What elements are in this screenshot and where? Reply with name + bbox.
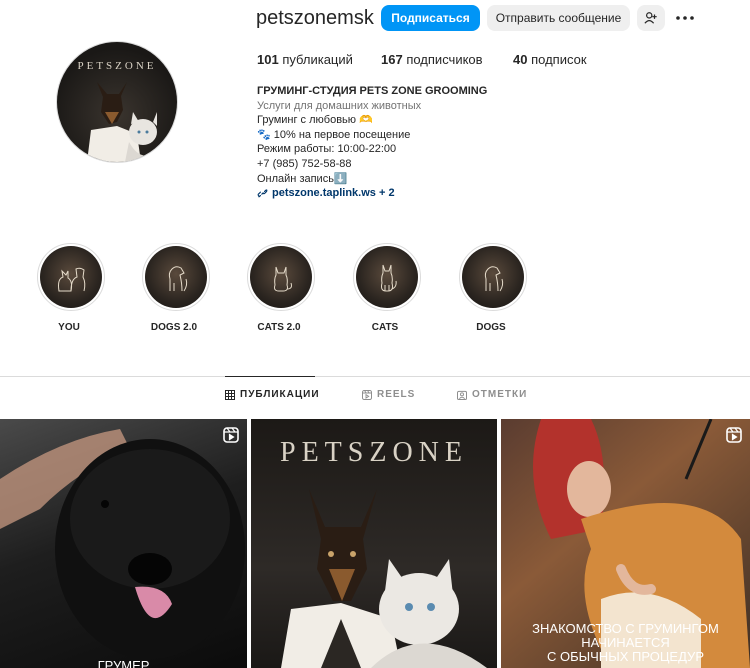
grid-icon <box>225 389 235 400</box>
post-overlay-text: ГРУМЕР <box>97 658 150 668</box>
posts-count: 101 <box>257 52 279 67</box>
highlight-cats[interactable]: CATS <box>353 243 421 333</box>
tab-label: REELS <box>377 389 416 400</box>
dog-icon <box>484 266 504 292</box>
profile-username: petszonemsk <box>256 7 374 29</box>
tab-posts[interactable]: ПУБЛИКАЦИИ <box>225 389 320 400</box>
overlay-line: С ОБЫЧНЫХ ПРОЦЕДУР <box>546 649 704 664</box>
follow-button[interactable]: Подписаться <box>381 5 480 31</box>
post-tile[interactable]: ЗНАКОМСТВО С ГРУМИНГОМ НАЧИНАЕТСЯ С ОБЫЧ… <box>501 419 750 668</box>
followers-stat[interactable]: 167 подписчиков <box>381 52 483 67</box>
bio-line: +7 (985) 752-58-88 <box>257 157 352 170</box>
suggest-users-button[interactable] <box>637 5 665 31</box>
bio-line: Онлайн запись⬇️ <box>257 172 348 185</box>
profile-category: Услуги для домашних животных <box>257 99 422 112</box>
profile-bio: ГРУМИНГ-СТУДИЯ PETS ZONE GROOMING Услуги… <box>257 84 677 201</box>
reels-icon <box>726 427 742 443</box>
following-count: 40 <box>513 52 528 67</box>
highlight-dogs[interactable]: DOGS <box>459 243 527 333</box>
tab-reels[interactable]: REELS <box>362 389 415 400</box>
highlight-cats-2[interactable]: CATS 2.0 <box>247 243 315 333</box>
post-tile[interactable]: ГРУМЕР <box>0 419 247 668</box>
cat-and-dog-icon <box>58 267 86 292</box>
bio-line: Режим работы: 10:00-22:00 <box>257 143 397 156</box>
more-options-button[interactable] <box>672 5 698 31</box>
overlay-line: НАЧИНАЕТСЯ <box>581 635 670 650</box>
posts-stat: 101 публикаций <box>257 52 353 67</box>
highlight-dogs-2[interactable]: DOGS 2.0 <box>142 243 210 333</box>
followers-label: подписчиков <box>406 52 483 67</box>
post-image <box>0 429 245 659</box>
bio-line: 🐾 10% на первое посещение <box>257 128 411 141</box>
followers-count: 167 <box>381 52 403 67</box>
active-tab-indicator <box>225 376 315 377</box>
avatar-logo-text: PETSZONE <box>78 60 157 72</box>
post-image: PETSZONE <box>280 437 487 668</box>
highlight-you[interactable]: YOU <box>37 243 105 333</box>
link-icon <box>257 189 268 198</box>
following-label: подписок <box>531 52 587 67</box>
bio-link-text: petszone.taplink.ws + 2 <box>272 187 395 200</box>
profile-full-name: ГРУМИНГ-СТУДИЯ PETS ZONE GROOMING <box>257 85 488 97</box>
overlay-line: ЗНАКОМСТВО С ГРУМИНГОМ <box>532 621 719 636</box>
cat-icon <box>381 264 397 292</box>
highlight-label: DOGS 2.0 <box>150 322 198 333</box>
post-tile[interactable]: PETSZONE <box>251 419 497 668</box>
bio-line: Груминг с любовью 🫶 <box>257 114 373 127</box>
highlight-label: CATS 2.0 <box>257 322 301 333</box>
profile-avatar[interactable]: PETSZONE <box>56 41 178 163</box>
cat-icon <box>274 266 292 292</box>
reels-icon <box>362 389 372 400</box>
tab-label: ПУБЛИКАЦИИ <box>240 389 320 400</box>
tagged-icon <box>457 390 467 400</box>
highlight-label: DOGS <box>476 322 506 333</box>
post-logo-text: PETSZONE <box>280 437 468 468</box>
send-message-button[interactable]: Отправить сообщение <box>487 5 630 31</box>
reel-indicator <box>223 427 239 448</box>
tab-tagged[interactable]: ОТМЕТКИ <box>457 389 527 400</box>
following-stat[interactable]: 40 подписок <box>513 52 587 67</box>
bio-link[interactable]: petszone.taplink.ws + 2 <box>257 186 677 201</box>
reels-icon <box>223 427 239 443</box>
post-overlay-text: ЗНАКОМСТВО С ГРУМИНГОМ НАЧИНАЕТСЯ С ОБЫЧ… <box>501 622 750 664</box>
tab-label: ОТМЕТКИ <box>472 389 528 400</box>
more-dots-icon <box>676 16 694 20</box>
tabs-divider <box>0 376 750 377</box>
highlight-label: YOU <box>58 322 80 333</box>
avatar-image: PETSZONE <box>78 60 165 162</box>
highlight-label: CATS <box>371 322 399 333</box>
dog-icon <box>168 266 188 292</box>
add-user-icon <box>644 12 657 24</box>
reel-indicator <box>726 427 742 448</box>
posts-label: публикаций <box>282 52 353 67</box>
